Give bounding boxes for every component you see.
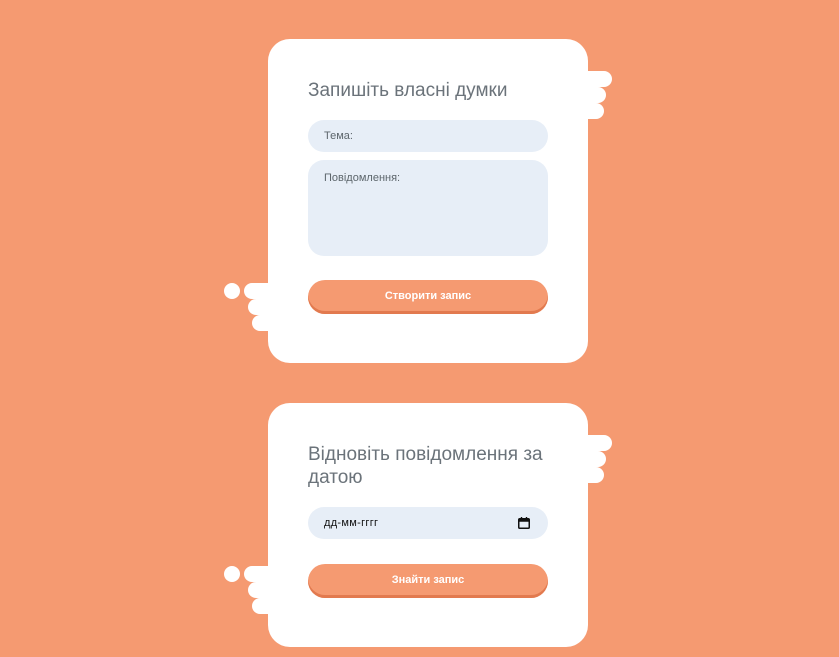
write-form-title: Запишіть власні думки [308, 80, 508, 101]
find-entry-button[interactable]: Знайти запис [308, 564, 548, 598]
restore-form-card: Відновіть повідомлення за датою дд-мм-гг… [268, 403, 588, 647]
date-input[interactable]: дд-мм-гггг [308, 507, 548, 539]
create-entry-button[interactable]: Створити запис [308, 280, 548, 314]
calendar-icon[interactable] [518, 517, 530, 529]
message-textarea[interactable] [308, 160, 548, 256]
topic-input[interactable] [308, 120, 548, 152]
decor-blob [224, 566, 240, 582]
restore-form-title: Відновіть повідомлення за датою [308, 444, 543, 488]
decor-blob [224, 283, 240, 299]
date-input-placeholder: дд-мм-гггг [324, 517, 379, 529]
page: Запишіть власні думки Створити запис Від… [0, 0, 839, 657]
write-form-card: Запишіть власні думки Створити запис [268, 39, 588, 363]
